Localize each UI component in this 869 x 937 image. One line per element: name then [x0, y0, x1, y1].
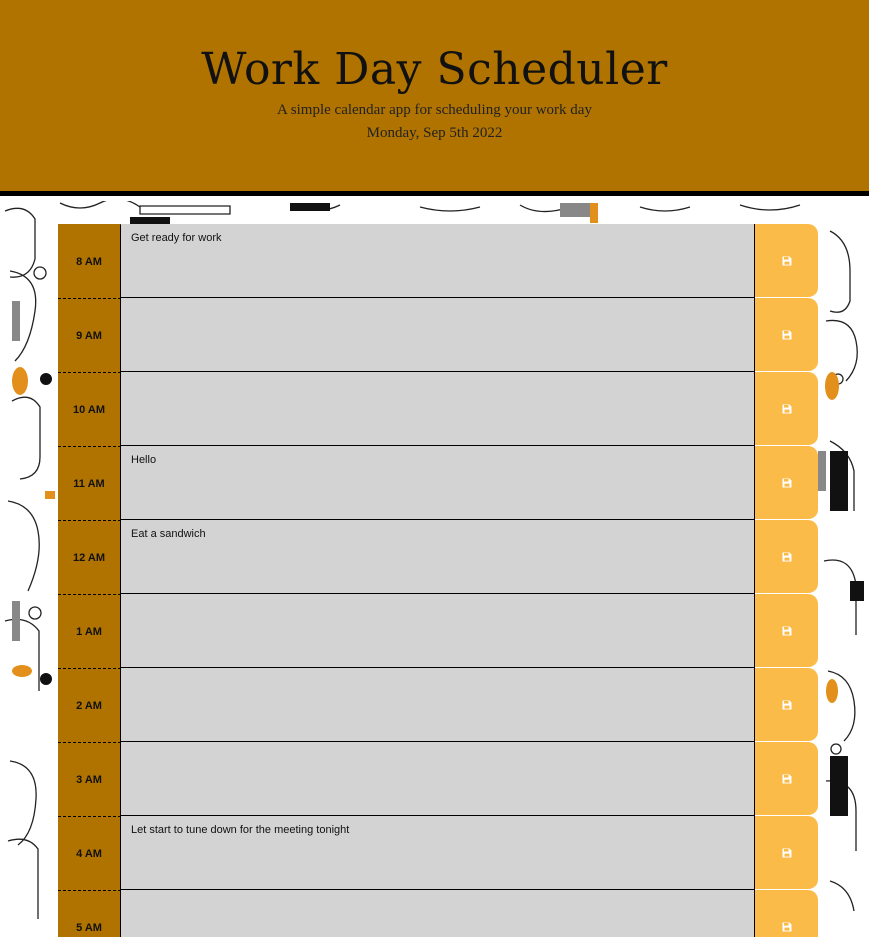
- hour-label: 12 AM: [58, 520, 121, 594]
- save-button[interactable]: [755, 594, 818, 668]
- time-block-row: 3 AM: [58, 742, 818, 816]
- save-button[interactable]: [755, 816, 818, 890]
- save-button[interactable]: [755, 742, 818, 816]
- event-description-input[interactable]: Eat a sandwich: [121, 520, 755, 594]
- event-description-input[interactable]: Hello: [121, 446, 755, 520]
- current-date: Monday, Sep 5th 2022: [366, 125, 503, 141]
- event-description-input[interactable]: [121, 890, 755, 937]
- time-block-row: 12 AM Eat a sandwich: [58, 520, 818, 594]
- time-block-row: 5 AM: [58, 890, 818, 937]
- event-description-input[interactable]: [121, 668, 755, 742]
- floppy-disk-icon: [782, 256, 791, 265]
- hour-label: 4 AM: [58, 816, 121, 890]
- save-button[interactable]: [755, 890, 818, 937]
- time-block-row: 2 AM: [58, 668, 818, 742]
- floppy-disk-icon: [782, 626, 791, 635]
- floppy-disk-icon: [782, 330, 791, 339]
- event-description-input[interactable]: Get ready for work: [121, 224, 755, 298]
- floppy-disk-icon: [782, 848, 791, 857]
- time-block-row: 10 AM: [58, 372, 818, 446]
- event-description-input[interactable]: Let start to tune down for the meeting t…: [121, 816, 755, 890]
- time-block-row: 9 AM: [58, 298, 818, 372]
- save-button[interactable]: [755, 668, 818, 742]
- hour-label: 10 AM: [58, 372, 121, 446]
- save-button[interactable]: [755, 446, 818, 520]
- hour-label: 8 AM: [58, 224, 121, 298]
- hour-label: 3 AM: [58, 742, 121, 816]
- floppy-disk-icon: [782, 552, 791, 561]
- floppy-disk-icon: [782, 700, 791, 709]
- hour-label: 2 AM: [58, 668, 121, 742]
- floppy-disk-icon: [782, 478, 791, 487]
- time-block-row: 4 AM Let start to tune down for the meeti…: [58, 816, 818, 890]
- hour-label: 1 AM: [58, 594, 121, 668]
- event-description-input[interactable]: [121, 594, 755, 668]
- floppy-disk-icon: [782, 774, 791, 783]
- event-description-input[interactable]: [121, 298, 755, 372]
- floppy-disk-icon: [782, 404, 791, 413]
- hour-label: 5 AM: [58, 890, 121, 937]
- event-description-input[interactable]: [121, 372, 755, 446]
- save-button[interactable]: [755, 372, 818, 446]
- page-title: Work Day Scheduler: [201, 44, 668, 95]
- page-subtitle: A simple calendar app for scheduling you…: [277, 102, 592, 118]
- header: Work Day Scheduler A simple calendar app…: [0, 0, 869, 196]
- event-description-input[interactable]: [121, 742, 755, 816]
- save-button[interactable]: [755, 224, 818, 298]
- save-button[interactable]: [755, 520, 818, 594]
- hour-label: 11 AM: [58, 446, 121, 520]
- time-block-row: 1 AM: [58, 594, 818, 668]
- save-button[interactable]: [755, 298, 818, 372]
- hour-label: 9 AM: [58, 298, 121, 372]
- time-block-list: 8 AM Get ready for work 9 AM 10 AM 11 AM Hell…: [58, 224, 818, 937]
- time-block-row: 11 AM Hello: [58, 446, 818, 520]
- floppy-disk-icon: [782, 922, 791, 931]
- time-block-row: 8 AM Get ready for work: [58, 224, 818, 298]
